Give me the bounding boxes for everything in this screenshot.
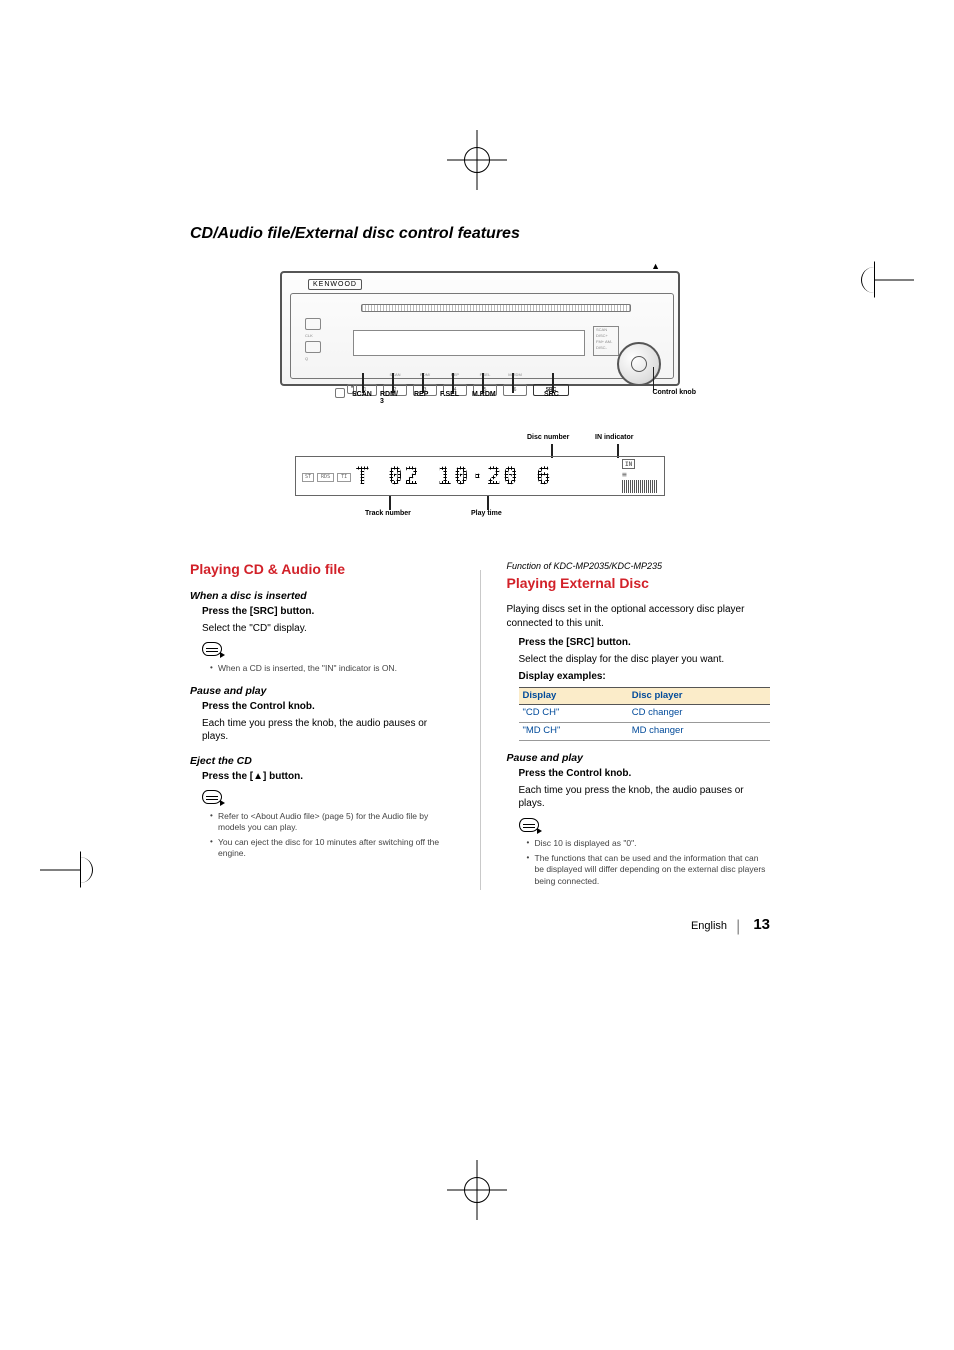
step-select-cd: Select the "CD" display. — [202, 622, 454, 636]
callout-disc-number: Disc number — [527, 434, 569, 441]
callout-src: SRC — [544, 391, 559, 398]
note-eject-10min: You can eject the disc for 10 minutes af… — [210, 837, 454, 860]
heading-playing-external: Playing External Disc — [507, 574, 771, 593]
lcd-readout: T 02 10·20 6 — [355, 462, 552, 490]
step-pause-body-ext: Each time you press the knob, the audio … — [519, 784, 771, 811]
sub-pause-play: Pause and play — [190, 684, 454, 698]
table-row: "MD CH" MD changer — [519, 723, 771, 741]
step-press-knob-ext: Press the Control knob. — [519, 767, 771, 781]
page-number: 13 — [753, 916, 770, 933]
crop-mark-left — [40, 840, 80, 900]
lcd-frame: ST RDS TI T 02 10·20 6 IN ≡ — [295, 456, 665, 496]
note-in-indicator: When a CD is inserted, the "IN" indicato… — [210, 663, 454, 674]
headunit-figure: ▲ KENWOOD SCAN DISC+ FM+ AM- DISC- CLK — [280, 271, 680, 416]
note-functions-differ: The functions that can be used and the i… — [527, 853, 771, 887]
display-examples-table: Display Disc player "CD CH" CD changer "… — [519, 687, 771, 741]
footer-lang: English — [691, 920, 727, 932]
sub-when-disc-inserted: When a disc is inserted — [190, 589, 454, 603]
page-content: CD/Audio file/External disc control feat… — [190, 225, 770, 890]
callout-scan: SCAN — [352, 391, 372, 398]
callout-rdm: RDM/ 3 — [380, 391, 398, 405]
page-footer: English | 13 — [691, 916, 770, 934]
sub-pause-play-ext: Pause and play — [507, 751, 771, 765]
preset-tiny-labels: SCAN RDM/ REP F.SEL M.RDM — [353, 372, 527, 377]
step-press-src: Press the [SRC] button. — [202, 605, 454, 619]
th-display: Display — [519, 687, 628, 705]
side-screen: SCAN DISC+ FM+ AM- DISC- — [593, 326, 619, 356]
callout-in-indicator: IN indicator — [595, 434, 634, 441]
lcd-window — [353, 330, 585, 356]
step-press-src-ext: Press the [SRC] button. — [519, 636, 771, 650]
disc-slot — [361, 304, 631, 312]
table-header-row: Display Disc player — [519, 687, 771, 705]
note-disc10: Disc 10 is displayed as "0". — [527, 838, 771, 849]
left-column: Playing CD & Audio file When a disc is i… — [190, 560, 454, 890]
eject-icon: ▲ — [651, 261, 660, 271]
note-icon — [519, 818, 539, 832]
in-indicator: IN — [622, 459, 635, 469]
note-icon — [202, 790, 222, 804]
sub-eject-cd: Eject the CD — [190, 754, 454, 768]
lcd-figure: Disc number IN indicator ST RDS TI T 02 … — [295, 434, 665, 514]
note-about-audio-file: Refer to <About Audio file> (page 5) for… — [210, 811, 454, 834]
table-row: "CD CH" CD changer — [519, 705, 771, 723]
headunit-body: KENWOOD SCAN DISC+ FM+ AM- DISC- CLK Q — [280, 271, 680, 386]
step-press-eject: Press the [▲] button. — [202, 770, 454, 784]
crop-mark-right — [874, 250, 914, 310]
callout-fsel: F.SEL — [440, 391, 459, 398]
left-button-column: CLK Q — [305, 318, 327, 362]
callout-track-number: Track number — [365, 510, 411, 517]
crop-mark-bottom — [447, 1160, 507, 1220]
column-divider — [480, 570, 481, 890]
display-examples-label: Display examples: — [519, 670, 771, 684]
callout-knob: Control knob — [652, 389, 696, 396]
eq-bars-icon — [622, 480, 658, 493]
lcd-right-cluster: IN ≡ — [622, 459, 658, 493]
brand-label: KENWOOD — [308, 279, 362, 290]
knob-leader — [653, 367, 655, 391]
section-title: CD/Audio file/External disc control feat… — [190, 225, 770, 243]
headunit-inner: SCAN DISC+ FM+ AM- DISC- CLK Q SCAN RDM/ — [290, 293, 674, 379]
note-icon — [202, 642, 222, 656]
body-columns: Playing CD & Audio file When a disc is i… — [190, 560, 770, 890]
crop-mark-top — [447, 130, 507, 190]
lcd-left-badges: ST RDS TI — [302, 471, 351, 482]
callout-rep: REP — [414, 391, 428, 398]
heading-playing-cd: Playing CD & Audio file — [190, 560, 454, 579]
external-intro: Playing discs set in the optional access… — [507, 603, 771, 630]
function-of-note: Function of KDC-MP2035/KDC-MP235 — [507, 560, 771, 572]
th-disc-player: Disc player — [628, 687, 770, 705]
step-pause-body: Each time you press the knob, the audio … — [202, 717, 454, 744]
right-column: Function of KDC-MP2035/KDC-MP235 Playing… — [507, 560, 771, 890]
att-button — [335, 388, 345, 398]
callout-play-time: Play time — [471, 510, 502, 517]
step-press-knob: Press the Control knob. — [202, 700, 454, 714]
callout-mrdm: M.RDM — [472, 391, 496, 398]
control-knob — [617, 342, 661, 386]
step-select-display: Select the display for the disc player y… — [519, 653, 771, 667]
preset-6: 6 — [503, 384, 527, 396]
